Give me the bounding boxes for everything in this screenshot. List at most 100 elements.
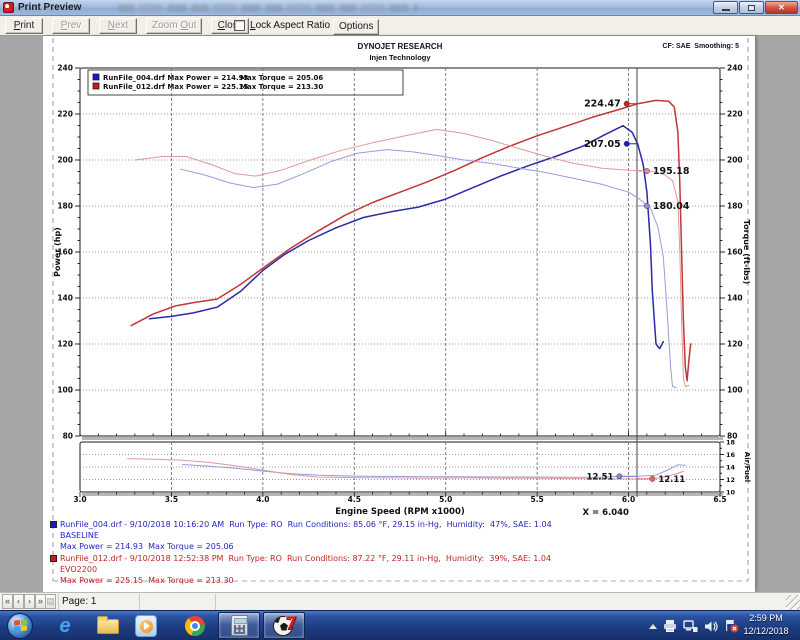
clock-date: 12/12/2018	[735, 625, 797, 638]
print-page: 8080100100120120140140160160180180200200…	[43, 36, 755, 592]
restore-button[interactable]	[739, 1, 764, 14]
options-button[interactable]: Options	[333, 19, 379, 35]
status-bar: «‹›» ▤ Page: 1	[0, 592, 800, 610]
svg-text:240: 240	[727, 64, 743, 73]
baseline-run-details: RunFile_004.drf - 9/10/2018 10:16:20 AM …	[60, 520, 552, 529]
svg-text:10: 10	[726, 488, 736, 496]
lock-aspect-ratio-label: Lock Aspect Ratio	[250, 20, 330, 31]
app-icon	[3, 2, 14, 13]
page-nav-0[interactable]: «	[2, 594, 13, 609]
minimize-button[interactable]	[713, 1, 738, 14]
svg-text:160: 160	[727, 248, 743, 257]
toolbar-buttons: PrintPrevNextZoom OutClose	[5, 18, 258, 34]
chrome-icon[interactable]	[180, 614, 210, 638]
resize-grip[interactable]	[786, 595, 800, 610]
svg-text:80: 80	[63, 432, 73, 441]
svg-text:4.5: 4.5	[348, 495, 361, 504]
svg-text:220: 220	[727, 110, 743, 119]
svg-text:6.0: 6.0	[622, 495, 635, 504]
svg-text:200: 200	[727, 156, 743, 165]
svg-text:5.0: 5.0	[439, 495, 452, 504]
print-button[interactable]: Print	[5, 18, 43, 34]
toolbar: PrintPrevNextZoom OutClose	[0, 16, 800, 36]
chart-title: DYNOJET RESEARCH	[80, 42, 720, 51]
dyno-chart-svg: 8080100100120120140140160160180180200200…	[43, 36, 755, 592]
svg-text:240: 240	[57, 64, 73, 73]
svg-text:16: 16	[726, 451, 736, 459]
statusbar-divider	[139, 594, 140, 610]
svg-text:Engine Speed (RPM x1000): Engine Speed (RPM x1000)	[335, 507, 465, 517]
taskbar-clock[interactable]: 2:59 PM 12/12/2018	[735, 612, 797, 640]
lock-aspect-ratio-control[interactable]: Lock Aspect Ratio	[234, 20, 330, 31]
svg-text:140: 140	[727, 294, 743, 303]
evo-run-max: Max Power = 225.15 Max Torque = 213.30	[60, 576, 234, 585]
svg-text:12.11: 12.11	[658, 475, 685, 485]
svg-text:100: 100	[727, 386, 743, 395]
smoothing-info: CF: SAE Smoothing: 5	[662, 43, 739, 50]
next-button: Next	[99, 18, 137, 34]
svg-text:180: 180	[727, 202, 743, 211]
svg-text:12.51: 12.51	[587, 472, 614, 482]
taskbar: e 7 2:59 PM 12/12/2018	[0, 610, 800, 640]
svg-text:120: 120	[727, 340, 743, 349]
svg-text:5.5: 5.5	[530, 495, 543, 504]
window-title: Print Preview	[18, 2, 81, 13]
print-preview-window: Print Preview ✕ PrintPrevNextZoom OutClo…	[0, 0, 800, 640]
svg-text:100: 100	[57, 386, 73, 395]
svg-text:180: 180	[57, 202, 73, 211]
system-tray	[646, 611, 742, 640]
baseline-legend-swatch	[50, 521, 57, 528]
media-player-icon[interactable]	[131, 614, 161, 638]
svg-text:180.04: 180.04	[653, 201, 690, 212]
prev-button: Prev	[52, 18, 90, 34]
svg-text:12: 12	[726, 476, 735, 484]
svg-text:Max Torque = 213.30: Max Torque = 213.30	[240, 83, 323, 91]
svg-text:3.5: 3.5	[165, 495, 178, 504]
dynojet-winpep-taskbar-button[interactable]: 7	[263, 612, 305, 639]
calculator-taskbar-button[interactable]	[218, 612, 260, 639]
statusbar-divider	[58, 594, 59, 610]
internet-explorer-icon[interactable]: e	[50, 614, 80, 638]
page-nav-1[interactable]: ‹	[13, 594, 24, 609]
svg-text:140: 140	[57, 294, 73, 303]
faded-title-path-text	[118, 4, 418, 12]
evo-legend-swatch	[50, 555, 57, 562]
evo-run-name: EVO2200	[60, 565, 97, 574]
title-bar: Print Preview ✕	[0, 0, 800, 16]
printer-tray-icon[interactable]	[663, 620, 677, 633]
svg-text:3.0: 3.0	[73, 495, 86, 504]
svg-text:RunFile_012.drf Max Power = 22: RunFile_012.drf Max Power = 225.15	[103, 83, 249, 91]
zoom-out-button: Zoom Out	[146, 18, 202, 34]
svg-text:RunFile_004.drf Max Power = 21: RunFile_004.drf Max Power = 214.93	[103, 74, 249, 82]
baseline-run-max: Max Power = 214.93 Max Torque = 205.06	[60, 542, 234, 551]
baseline-run-name: BASELINE	[60, 531, 99, 540]
statusbar-divider	[215, 594, 216, 610]
svg-text:6.5: 6.5	[713, 495, 726, 504]
svg-text:207.05: 207.05	[584, 139, 621, 150]
lock-aspect-ratio-checkbox[interactable]	[234, 20, 245, 31]
page-nav-2[interactable]: ›	[24, 594, 35, 609]
svg-text:Power (hp): Power (hp)	[53, 227, 62, 277]
close-window-button[interactable]: ✕	[765, 1, 798, 14]
svg-text:Air/Fuel: Air/Fuel	[743, 452, 751, 482]
svg-text:18: 18	[726, 438, 736, 446]
windows-explorer-icon[interactable]	[93, 614, 123, 638]
svg-text:200: 200	[57, 156, 73, 165]
network-tray-icon[interactable]	[683, 620, 698, 633]
clock-time: 2:59 PM	[735, 612, 797, 625]
show-hidden-icons-chevron[interactable]	[649, 624, 657, 629]
svg-text:Torque (ft-lbs): Torque (ft-lbs)	[742, 220, 751, 285]
evo-run-details: RunFile_012.drf - 9/10/2018 12:52:38 PM …	[60, 554, 551, 563]
chart-subtitle: Injen Technology	[80, 53, 720, 62]
svg-text:195.18: 195.18	[653, 166, 690, 177]
svg-text:Max Torque = 205.06: Max Torque = 205.06	[240, 74, 323, 82]
svg-text:X = 6.040: X = 6.040	[582, 508, 629, 518]
page-setup-icon[interactable]: ▤	[45, 594, 56, 609]
svg-text:120: 120	[57, 340, 73, 349]
svg-text:14: 14	[726, 463, 736, 471]
page-number-label: Page: 1	[62, 596, 96, 607]
start-button[interactable]	[7, 613, 33, 639]
svg-text:220: 220	[57, 110, 73, 119]
volume-tray-icon[interactable]	[704, 620, 718, 633]
svg-text:4.0: 4.0	[256, 495, 269, 504]
